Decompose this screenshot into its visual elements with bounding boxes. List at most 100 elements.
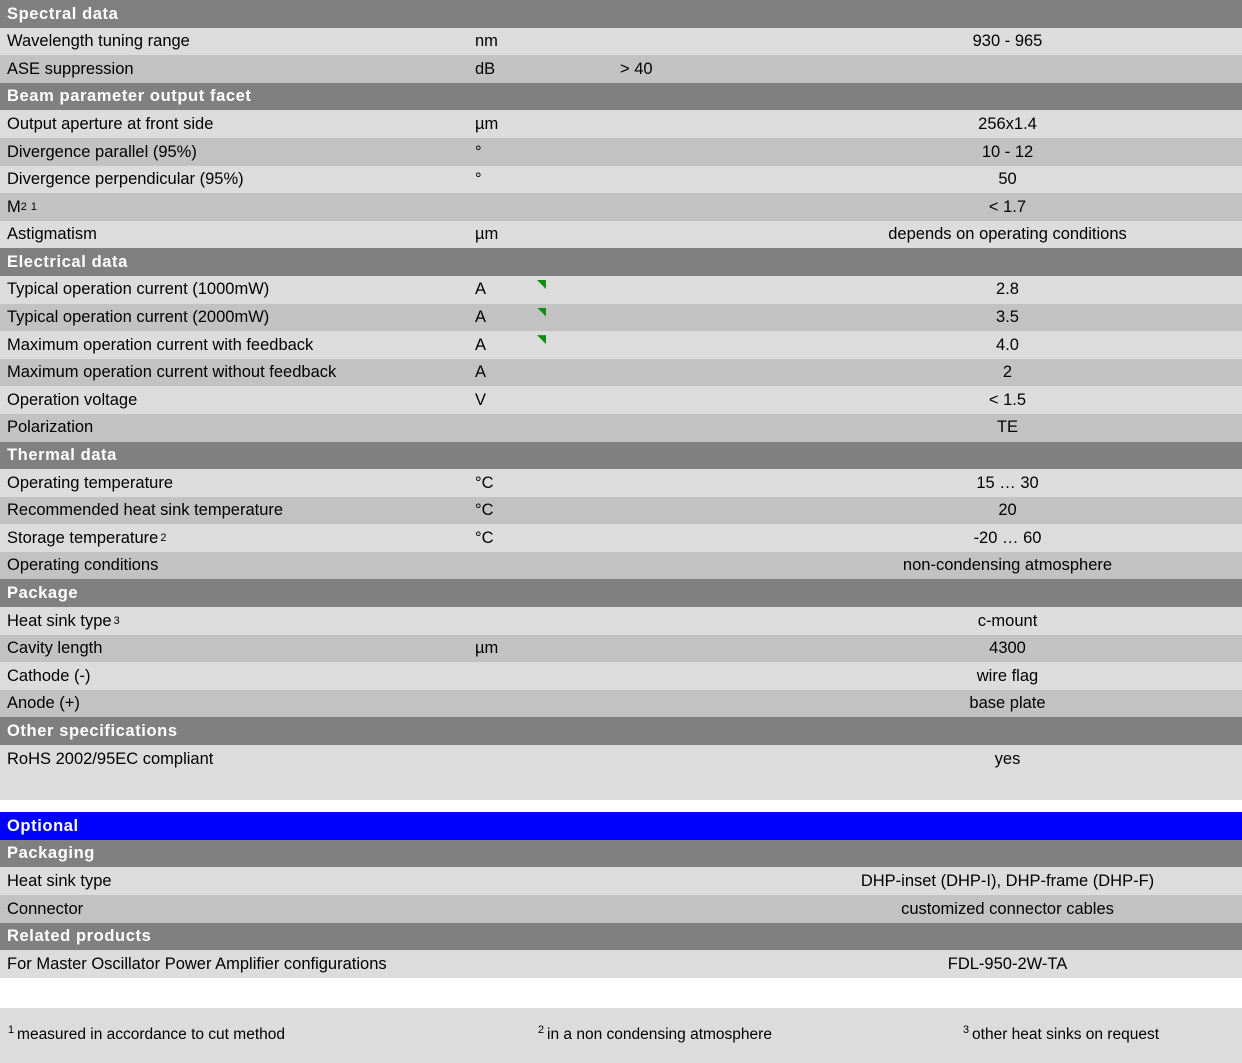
section-header-label: Spectral data [7, 4, 119, 23]
spec-value: 256x1.4 [978, 114, 1037, 133]
spec-unit: V [475, 390, 487, 409]
spec-row: Typical operation current (2000mW) A 3.5 [0, 303, 1242, 332]
spec-unit: A [475, 280, 487, 299]
spec-value: < 1.5 [988, 390, 1027, 409]
spec-value: 930 - 965 [972, 32, 1043, 51]
section-header-label: Optional [7, 816, 79, 835]
spec-unit: A [475, 335, 487, 354]
spec-row: Cathode (-) wire flag [0, 662, 1242, 690]
spec-label: Operating temperature [7, 473, 174, 492]
spec-label: Anode (+) [7, 694, 80, 713]
spec-label: Storage temperature 2 [7, 528, 167, 547]
spec-value: TE [996, 418, 1019, 437]
spec-row: Connector customized connector cables [0, 895, 1242, 923]
spec-label: Operation voltage [7, 390, 138, 409]
spec-unit: µm [475, 225, 499, 244]
spec-row: Output aperture at front side µm 256x1.4 [0, 110, 1242, 138]
spec-value: 4.0 [996, 335, 1019, 354]
spec-row: Operation voltage V < 1.5 [0, 386, 1242, 414]
spec-row: RoHS 2002/95EC compliant yes [0, 745, 1242, 773]
spec-label: Typical operation current (2000mW) [7, 308, 270, 327]
spec-value: 15 … 30 [976, 473, 1039, 492]
section-header-electrical-data: Electrical data [0, 248, 1242, 276]
spec-value: 10 - 12 [981, 142, 1034, 161]
comment-marker-icon[interactable] [537, 335, 546, 345]
spec-row: Typical operation current (1000mW) A 2.8 [0, 275, 1242, 304]
spec-label: Cathode (-) [7, 666, 91, 685]
section-header-label: Thermal data [7, 446, 117, 465]
spec-value: customized connector cables [901, 899, 1114, 918]
spec-value: 3.5 [996, 308, 1019, 327]
spec-unit: µm [475, 114, 499, 133]
section-header-label: Package [7, 584, 79, 603]
spec-row: Cavity length µm 4300 [0, 634, 1242, 663]
footnote-1: 1 measured in accordance to cut method [8, 1023, 285, 1043]
spec-label: Maximum operation current without feedba… [7, 363, 337, 382]
section-header-thermal-data: Thermal data [0, 441, 1242, 470]
spec-table: Spectral data Wavelength tuning range nm 93… [0, 0, 1242, 1063]
spec-value: 2 [1002, 363, 1013, 382]
spec-value: c-mount [977, 611, 1038, 630]
spec-label: Operating conditions [7, 556, 159, 575]
section-header-label: Electrical data [7, 252, 128, 271]
spec-unit: ° [475, 142, 482, 161]
spec-value: base plate [969, 694, 1046, 713]
comment-marker-icon[interactable] [537, 279, 546, 289]
spec-unit: °C [475, 528, 494, 547]
spec-value: 20 [998, 501, 1017, 520]
spec-value: -20 … 60 [973, 528, 1042, 547]
section-header-other-specifications: Other specifications [0, 717, 1242, 746]
optional-banner-optional: Optional [0, 812, 1242, 840]
spec-label: Output aperture at front side [7, 114, 214, 133]
spec-row: Maximum operation current without feedba… [0, 358, 1242, 387]
spec-label: Typical operation current (1000mW) [7, 280, 270, 299]
spec-row: Divergence parallel (95%) ° 10 - 12 [0, 137, 1242, 166]
spec-value: depends on operating conditions [888, 225, 1127, 244]
spec-row: Operating conditions non-condensing atmos… [0, 551, 1242, 580]
section-header-label: Related products [7, 927, 152, 946]
section-gap [0, 800, 1242, 813]
spec-value: 50 [998, 170, 1017, 189]
footnote-2: 2 in a non condensing atmosphere [538, 1023, 772, 1043]
spec-row: Operating temperature °C 15 … 30 [0, 469, 1242, 497]
spec-unit: °C [475, 501, 494, 520]
comment-marker-icon[interactable] [537, 307, 546, 317]
spec-unit: ° [475, 170, 482, 189]
spacer-row [0, 772, 1242, 801]
spec-label: Maximum operation current with feedback [7, 335, 314, 354]
spec-extra-value: > 40 [620, 59, 653, 78]
section-header-related-products: Related products [0, 922, 1242, 951]
spec-row: Heat sink type DHP-inset (DHP-I), DHP-fra… [0, 867, 1242, 895]
spec-row: Polarization TE [0, 413, 1242, 442]
spec-value: DHP-inset (DHP-I), DHP-frame (DHP-F) [860, 871, 1155, 890]
section-header-package: Package [0, 579, 1242, 608]
spec-label: ASE suppression [7, 59, 134, 78]
spec-label: For Master Oscillator Power Amplifier co… [7, 954, 387, 973]
spec-value: yes [994, 749, 1021, 768]
spec-row: Recommended heat sink temperature °C 20 [0, 496, 1242, 525]
spec-label: Recommended heat sink temperature [7, 501, 284, 520]
spec-row: Storage temperature 2 °C -20 … 60 [0, 524, 1242, 552]
spec-value: wire flag [976, 666, 1039, 685]
spec-value: < 1.7 [988, 197, 1027, 216]
spec-label: Heat sink type [7, 871, 112, 890]
spec-label: Polarization [7, 418, 94, 437]
spec-unit: °C [475, 473, 494, 492]
spec-label: Heat sink type 3 [7, 611, 120, 630]
spec-row: Maximum operation current with feedback A… [0, 331, 1242, 359]
section-header-packaging: Packaging [0, 839, 1242, 868]
spec-row: Astigmatism µm depends on operating condit… [0, 220, 1242, 249]
spec-unit: nm [475, 32, 498, 51]
spec-label: M21 [7, 197, 37, 216]
section-header-beam-parameter-output-facet: Beam parameter output facet [0, 82, 1242, 111]
spec-label: Wavelength tuning range [7, 32, 190, 51]
spec-unit: µm [475, 639, 499, 658]
spec-row: Wavelength tuning range nm 930 - 965 [0, 27, 1242, 56]
spec-row: M 2 1 < 1.7 [0, 193, 1242, 221]
spec-label: RoHS 2002/95EC compliant [7, 749, 214, 768]
footnote-strip: 1 measured in accordance to cut method 2 in… [0, 1008, 1242, 1063]
spec-unit: A [475, 363, 487, 382]
spec-row: For Master Oscillator Power Amplifier co… [0, 950, 1242, 978]
spec-row: ASE suppression dB > 40 [0, 55, 1242, 83]
spec-unit: dB [475, 59, 496, 78]
